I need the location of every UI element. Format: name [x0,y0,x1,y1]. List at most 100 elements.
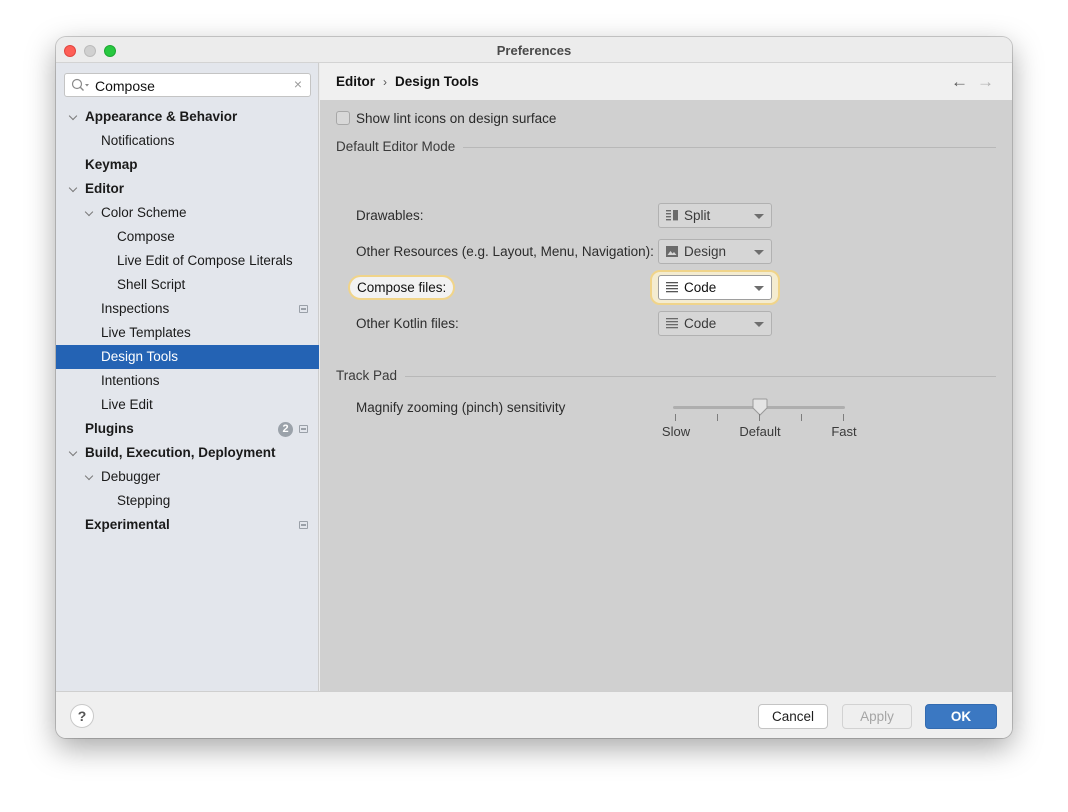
sidebar-item-keymap[interactable]: Keymap [56,153,319,177]
chevron-down-icon [754,286,764,291]
project-level-icon [299,521,308,529]
breadcrumb-separator: › [383,75,387,89]
sidebar-item-label: Appearance & Behavior [85,109,238,124]
sidebar-item-debugger[interactable]: Debugger [56,465,319,489]
section-divider [336,376,996,377]
sidebar-item-build-execution-deployment[interactable]: Build, Execution, Deployment [56,441,319,465]
slider-tick-label: Fast [831,424,857,439]
sidebar-item-color-scheme[interactable]: Color Scheme [56,201,319,225]
preferences-window: Preferences Compose × Appearance & Behav… [56,37,1012,738]
sidebar-item-experimental[interactable]: Experimental [56,513,319,537]
breadcrumb-item-editor[interactable]: Editor [336,74,375,89]
back-arrow-icon[interactable]: ← [951,72,968,92]
sidebar-item-inspections[interactable]: Inspections [56,297,319,321]
drawables-mode-dropdown[interactable]: Split [658,203,772,228]
code-icon [666,282,678,293]
minimize-window-button[interactable] [84,45,96,57]
sidebar-item-compose[interactable]: Compose [56,225,319,249]
breadcrumb: Editor › Design Tools [336,74,479,89]
design-icon [666,246,678,257]
chevron-down-icon[interactable] [69,105,79,129]
sidebar-item-label: Debugger [101,469,161,484]
sidebar-item-intentions[interactable]: Intentions [56,369,319,393]
settings-tree: Appearance & Behavior Notifications Keymap… [56,105,319,537]
other-resources-label: Other Resources (e.g. Layout, Menu, Navi… [356,244,654,259]
sidebar-item-label: Design Tools [101,349,179,364]
search-icon [71,78,89,91]
settings-search-input[interactable]: Compose × [64,73,311,97]
forward-arrow-icon[interactable]: → [977,72,994,92]
chevron-down-icon[interactable] [85,201,95,225]
ok-button[interactable]: OK [925,704,997,729]
sidebar-item-design-tools[interactable]: Design Tools [56,345,319,369]
apply-button[interactable]: Apply [842,704,912,729]
sidebar-item-label: Build, Execution, Deployment [85,445,276,460]
content-header: Editor › Design Tools ← → [320,63,1012,100]
title-bar: Preferences [56,37,1012,63]
sidebar-item-stepping[interactable]: Stepping [56,489,319,513]
cancel-button[interactable]: Cancel [758,704,828,729]
slider-tick-label: Slow [661,424,691,439]
drawables-label: Drawables: [356,208,424,223]
compose-files-mode-dropdown[interactable]: Code [658,275,772,300]
chevron-down-icon[interactable] [69,441,79,465]
breadcrumb-item-design-tools: Design Tools [395,74,479,89]
dialog-footer: ? Cancel Apply OK [56,691,1012,738]
close-window-button[interactable] [64,45,76,57]
sidebar-item-label: Live Templates [101,325,191,340]
sidebar-item-shell-script[interactable]: Shell Script [56,273,319,297]
slider-tick [759,414,760,421]
zoom-window-button[interactable] [104,45,116,57]
lint-icons-label: Show lint icons on design surface [356,111,557,126]
code-icon [666,318,678,329]
slider-tick [675,414,676,421]
sidebar-item-live-edit-of-compose-literals[interactable]: Live Edit of Compose Literals [56,249,319,273]
search-value: Compose [95,78,155,94]
section-title: Default Editor Mode [336,139,464,154]
sidebar-item-label: Intentions [101,373,160,388]
chevron-down-icon[interactable] [85,465,95,489]
project-level-icon [299,305,308,313]
sidebar-item-label: Live Edit [101,397,153,412]
other-kotlin-files-label: Other Kotlin files: [356,316,459,331]
compose-files-label: Compose files: [348,275,456,300]
settings-sidebar: Compose × Appearance & Behavior Notificat… [56,63,319,691]
sidebar-item-label: Notifications [101,133,175,148]
chevron-down-icon[interactable] [69,177,79,201]
sidebar-item-plugins[interactable]: Plugins 2 [56,417,319,441]
pinch-sensitivity-label: Magnify zooming (pinch) sensitivity [356,400,566,415]
chevron-down-icon [754,322,764,327]
other-kotlin-files-mode-dropdown[interactable]: Code [658,311,772,336]
sidebar-item-live-edit[interactable]: Live Edit [56,393,319,417]
dropdown-value: Design [684,244,727,259]
other-resources-mode-dropdown[interactable]: Design [658,239,772,264]
sidebar-item-label: Stepping [117,493,171,508]
sidebar-item-label: Keymap [85,157,138,172]
sidebar-item-label: Shell Script [117,277,186,292]
default-editor-mode-section: Default Editor Mode [336,139,996,155]
window-title: Preferences [496,43,572,58]
sidebar-item-live-templates[interactable]: Live Templates [56,321,319,345]
split-icon [666,210,678,221]
sidebar-item-editor[interactable]: Editor [56,177,319,201]
sidebar-item-notifications[interactable]: Notifications [56,129,319,153]
sidebar-item-label: Color Scheme [101,205,187,220]
slider-tick [843,414,844,421]
slider-tick [717,414,718,421]
lint-icons-checkbox[interactable] [336,111,350,125]
dropdown-value: Code [684,316,717,331]
section-title: Track Pad [336,368,406,383]
chevron-down-icon [754,250,764,255]
sidebar-item-label: Editor [85,181,124,196]
chevron-down-icon [754,214,764,219]
dropdown-value: Split [684,208,711,223]
project-level-icon [299,425,308,433]
clear-search-icon[interactable]: × [294,76,302,92]
sidebar-item-label: Live Edit of Compose Literals [117,253,293,268]
slider-tick-label: Default [739,424,781,439]
help-button[interactable]: ? [70,704,94,728]
sidebar-item-label: Inspections [101,301,170,316]
update-count-badge: 2 [278,422,293,437]
sidebar-item-appearance-behavior[interactable]: Appearance & Behavior [56,105,319,129]
sidebar-item-label: Experimental [85,517,170,532]
